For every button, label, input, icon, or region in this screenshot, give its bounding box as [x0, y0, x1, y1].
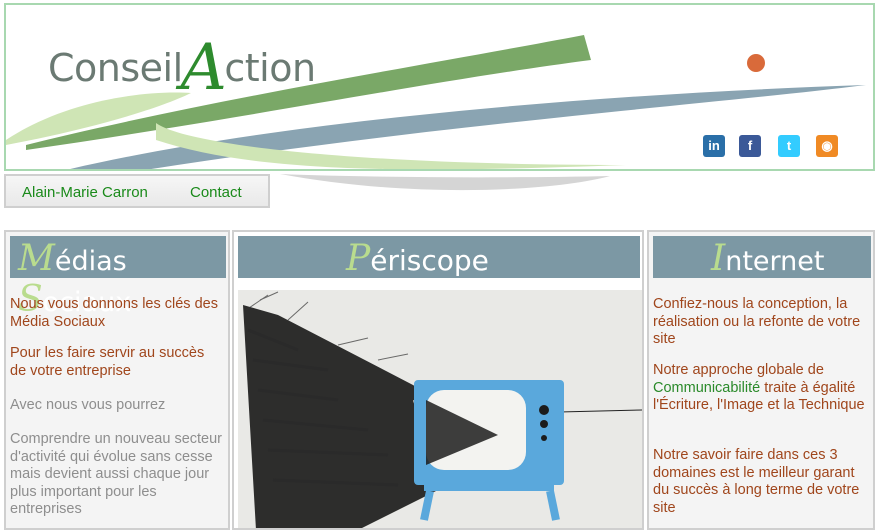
rss-icon[interactable]: ◉ [816, 135, 838, 157]
title-initial-p: P [346, 238, 371, 279]
main-nav: Alain-Marie Carron Contact [4, 174, 270, 208]
title-rest-periscope: ériscope [370, 244, 489, 277]
facebook-glyph: f [747, 138, 753, 153]
title-initial-i: I [711, 238, 726, 279]
linkedin-glyph: in [708, 138, 720, 153]
logo-prefix: Conseil [48, 46, 183, 90]
column-internet: Internet Confiez-nous la conception, la … [647, 230, 875, 530]
column-periscope: Périscope [232, 230, 644, 530]
nav-link-alain-marie-carron[interactable]: Alain-Marie Carron [22, 184, 148, 201]
twitter-glyph: t [786, 138, 792, 153]
column-title-periscope: Périscope [238, 236, 640, 279]
left-paragraph-1: Nous vous donnons les clés des Média Soc… [10, 296, 218, 330]
rss-glyph: ◉ [821, 138, 833, 153]
logo-suffix: ction [224, 46, 316, 90]
title-rest-internet: nternet [725, 246, 825, 277]
periscope-illustration[interactable] [238, 290, 642, 530]
column-medias-sociaux: Médias Sociaux Nous vous donnons les clé… [4, 230, 230, 530]
logo-letter: A [180, 31, 227, 105]
left-paragraph-2: Pour les faire servir au succès de votre… [10, 345, 205, 379]
communicabilite-link[interactable]: Communicabilité [653, 380, 760, 396]
right-paragraph-1: Confiez-nous la conception, la réalisati… [653, 296, 861, 347]
right-paragraph-3: Notre savoir faire dans ces 3 domaines e… [653, 447, 860, 516]
nav-link-contact[interactable]: Contact [190, 184, 242, 201]
site-header: ConseilAction in f t ◉ [4, 3, 875, 171]
left-paragraph-4: Comprendre un nouveau secteur d'activité… [10, 431, 222, 517]
twitter-icon[interactable]: t [778, 135, 800, 157]
column-title-medias-sociaux: Médias Sociaux [10, 236, 226, 320]
right-paragraph-2-start: Notre approche globale de [653, 362, 824, 378]
facebook-icon[interactable]: f [739, 135, 761, 157]
site-logo[interactable]: ConseilAction [48, 23, 316, 105]
linkedin-icon[interactable]: in [703, 135, 725, 157]
title-initial-m: M [18, 238, 55, 279]
left-paragraph-3: Avec nous vous pourrez [10, 397, 166, 413]
orange-dot-decoration [747, 54, 765, 72]
right-paragraph-2: Notre approche globale de Communicabilit… [653, 362, 871, 415]
title-rest-medias: édias [54, 246, 127, 277]
column-title-internet: Internet [653, 236, 871, 279]
